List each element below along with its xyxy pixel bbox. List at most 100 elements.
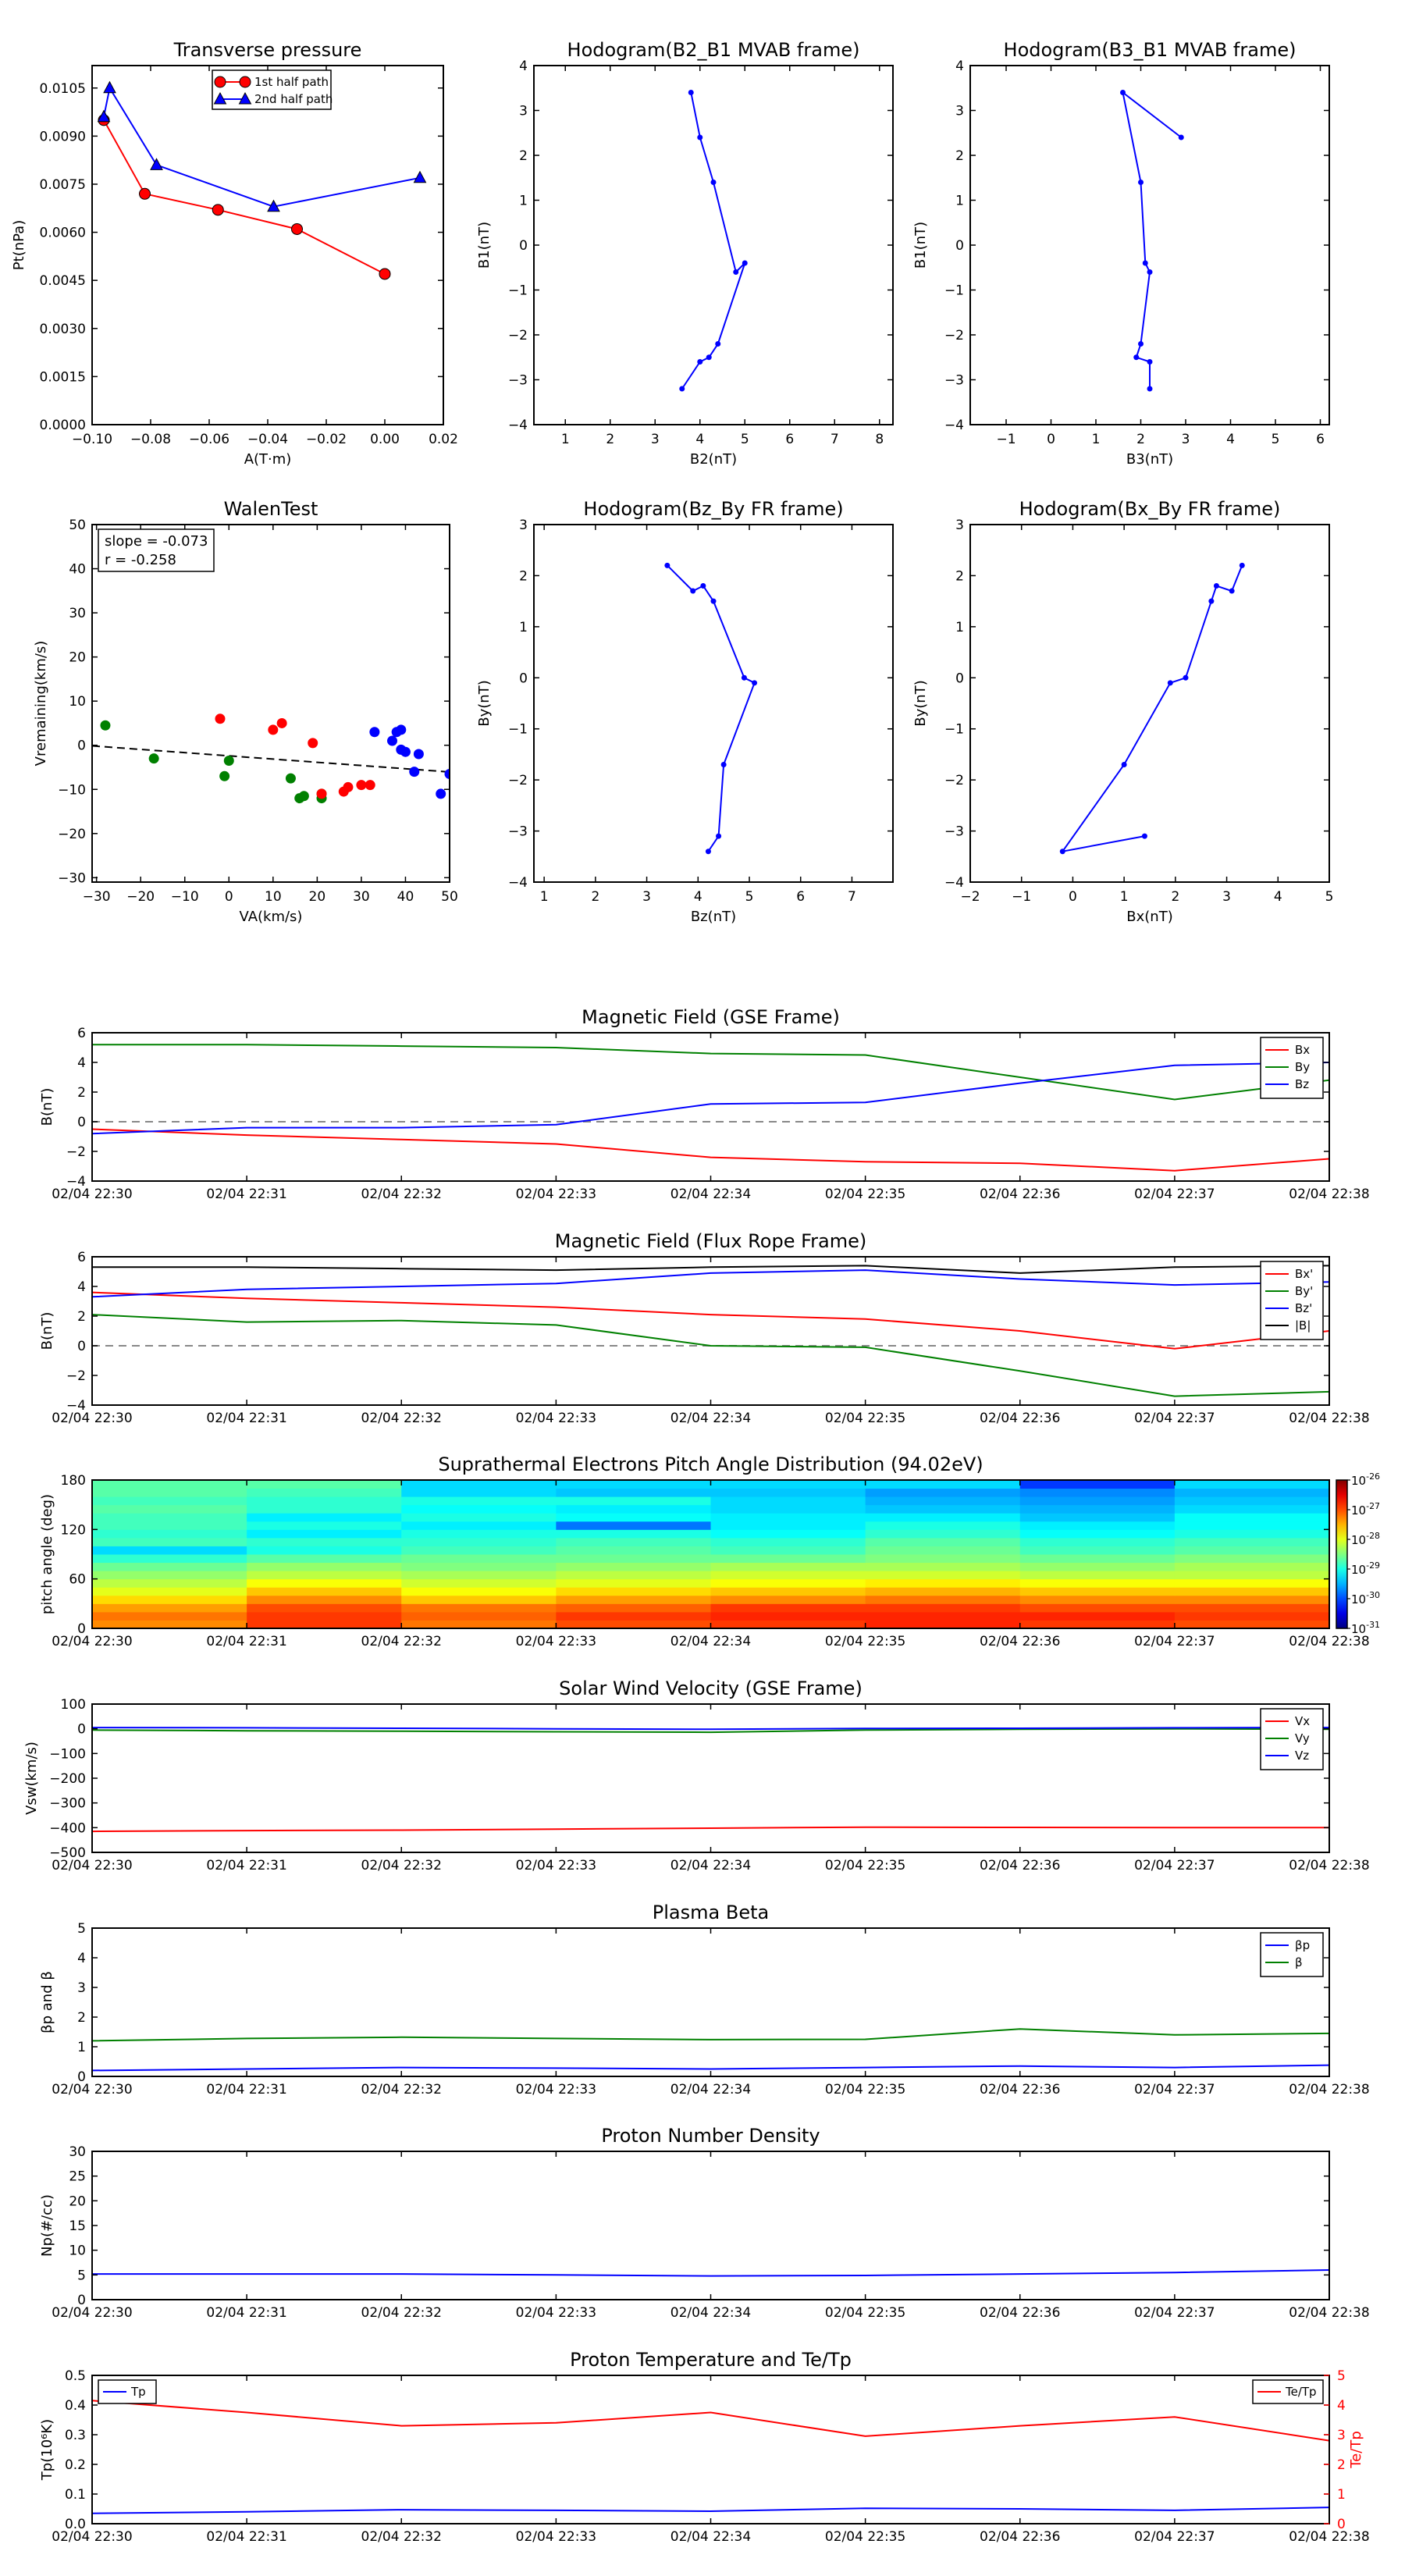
walen-ytick: −30 [58, 870, 86, 886]
h1-ytick: −2 [508, 328, 528, 343]
walen-xtick: −20 [126, 889, 155, 905]
pad-heatmap-cell [865, 1611, 1021, 1621]
h2-data-point [1120, 90, 1126, 95]
pad-colorbar [1336, 1479, 1348, 1629]
h3-data-point [752, 680, 758, 686]
pad-heatmap-cell [865, 1496, 1021, 1506]
pad-heatmap-cell [247, 1603, 402, 1613]
tp-legend-label: 2nd half path [254, 92, 333, 106]
beta-ytick: 4 [77, 1951, 86, 1966]
h3-ylabel: By(nT) [476, 680, 493, 726]
pad-time-tick: 02/04 22:31 [206, 1634, 286, 1649]
pad-heatmap-cell [247, 1546, 402, 1555]
pad-heatmap-cell [1019, 1521, 1176, 1530]
tp-legend-label: 1st half path [254, 75, 329, 89]
walen-data-point [413, 749, 424, 760]
pad-heatmap-cell [247, 1529, 402, 1539]
h3-data-point [741, 674, 747, 681]
pad-heatmap-cell [556, 1488, 711, 1497]
h1-xlabel: B2(nT) [690, 451, 737, 468]
beta-legend [1260, 1932, 1324, 1977]
np-ytick: 15 [69, 2218, 86, 2234]
h4-data-point [1239, 562, 1245, 568]
temp-y2tick: 2 [1337, 2457, 1346, 2473]
h1-data-point [688, 90, 694, 95]
bfr-time-tick: 02/04 22:37 [1134, 1411, 1215, 1426]
walen-annotation: r = -0.258 [105, 552, 176, 568]
h2-data-point [1133, 354, 1140, 361]
h2-data-point [1138, 341, 1144, 347]
pad-heatmap-cell [556, 1611, 711, 1621]
pad-heatmap-cell [401, 1620, 557, 1629]
bfr-legend-label: |B| [1295, 1318, 1311, 1332]
walen-xtick: −30 [83, 889, 111, 905]
pad-heatmap-cell [865, 1571, 1021, 1580]
h3-data-point [720, 762, 727, 768]
beta-ytick: 0 [77, 2069, 86, 2085]
walen-data-point [356, 780, 367, 791]
h1-data-point [679, 386, 685, 392]
bfr-time-tick: 02/04 22:36 [980, 1411, 1060, 1426]
beta-time-tick: 02/04 22:30 [52, 2082, 132, 2097]
bgse-time-tick: 02/04 22:31 [206, 1187, 286, 1202]
pad-time-tick: 02/04 22:36 [980, 1634, 1060, 1649]
temp-ytick: 0.4 [65, 2398, 86, 2414]
pad-heatmap-cell [401, 1521, 557, 1530]
beta-legend-label: βp [1295, 1938, 1310, 1952]
walen-data-point [215, 713, 226, 724]
bfr-time-tick: 02/04 22:38 [1289, 1411, 1369, 1426]
tp-legend-marker [239, 76, 251, 88]
walen-data-point [268, 724, 279, 735]
pad-heatmap-cell [92, 1578, 247, 1588]
pad-heatmap-cell [92, 1504, 247, 1514]
pad-heatmap-cell [556, 1562, 711, 1571]
h2-data-point [1147, 269, 1153, 275]
np-time-tick: 02/04 22:36 [980, 2305, 1060, 2321]
pad-heatmap-cell [1019, 1578, 1176, 1588]
pad-time-tick: 02/04 22:33 [516, 1634, 596, 1649]
h1-data-point [742, 260, 748, 266]
bgse-time-tick: 02/04 22:35 [825, 1187, 905, 1202]
h4-xtick: 5 [1325, 889, 1334, 905]
bgse-time-tick: 02/04 22:37 [1134, 1187, 1215, 1202]
vsw-ytick: −300 [49, 1796, 86, 1812]
h1-xtick: 6 [785, 432, 794, 447]
pad-heatmap-cell [1174, 1554, 1330, 1564]
pad-heatmap-cell [556, 1578, 711, 1588]
pad-heatmap-cell [710, 1595, 866, 1604]
beta-ytick: 1 [77, 2040, 86, 2055]
pad-heatmap-cell [247, 1578, 402, 1588]
h2-ylabel: B1(nT) [912, 222, 929, 269]
pad-heatmap-cell [710, 1603, 866, 1613]
pad-heatmap-cell [865, 1480, 1021, 1489]
h1-ytick: −3 [508, 373, 528, 389]
walen-data-point [308, 738, 318, 749]
pad-heatmap-cell [92, 1595, 247, 1604]
pad-ytick: 180 [61, 1473, 86, 1489]
pad-time-tick: 02/04 22:32 [361, 1634, 442, 1649]
pad-heatmap-cell [92, 1537, 247, 1546]
temp-ytick: 0.1 [65, 2487, 86, 2503]
walen-xtick: 50 [441, 889, 458, 905]
pad-heatmap-cell [92, 1620, 247, 1629]
pad-heatmap-cell [556, 1480, 711, 1489]
pad-heatmap-cell [556, 1504, 711, 1514]
h2-xtick: 0 [1047, 432, 1055, 447]
h2-ytick: 0 [955, 238, 964, 254]
h3-xtick: 1 [540, 889, 549, 905]
h4-data-point [1141, 833, 1147, 839]
temp-ytick: 0.3 [65, 2428, 86, 2443]
h2-data-point [1138, 180, 1144, 185]
h3-ytick: −1 [508, 722, 528, 738]
pad-heatmap-cell [710, 1571, 866, 1580]
walen-data-point [100, 720, 111, 731]
walen-data-point [223, 756, 234, 767]
h4-ytick: 3 [955, 518, 964, 533]
pad-heatmap-cell [92, 1571, 247, 1580]
walen-xtick: 40 [397, 889, 414, 905]
temp-legend-label: Te/Tp [1285, 2385, 1317, 2399]
walen-data-point [343, 781, 354, 792]
h1-xtick: 4 [695, 432, 704, 447]
vsw-time-tick: 02/04 22:31 [206, 1858, 286, 1873]
bgse-time-tick: 02/04 22:32 [361, 1187, 442, 1202]
